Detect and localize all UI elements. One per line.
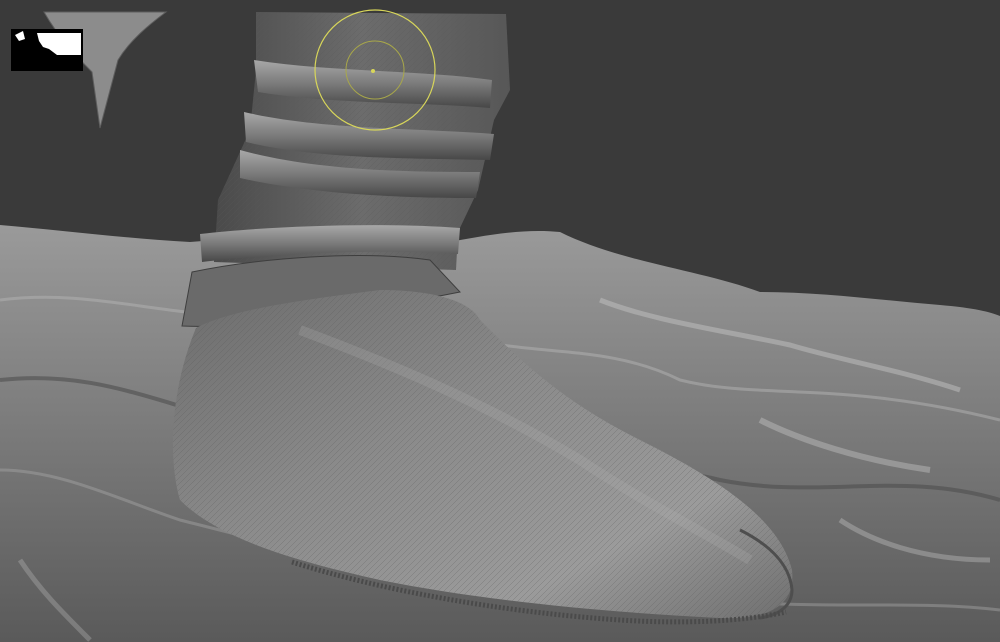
navigation-widget-icon[interactable]: [11, 29, 83, 71]
sculpt-viewport[interactable]: [0, 0, 1000, 642]
zbrush-window: [0, 0, 1000, 642]
viewport-render[interactable]: [0, 0, 1000, 642]
